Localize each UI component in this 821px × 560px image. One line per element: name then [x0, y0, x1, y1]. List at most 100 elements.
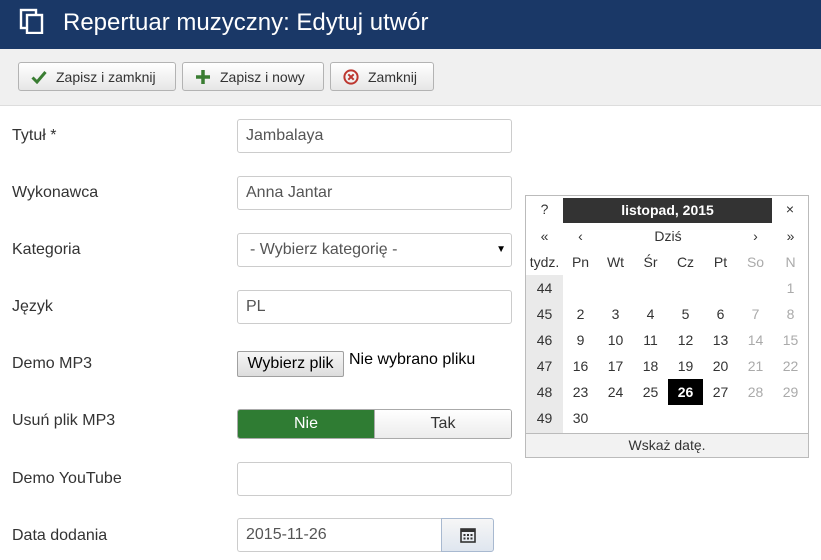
calendar-day[interactable]: 8 — [773, 301, 808, 327]
calendar-month-title[interactable]: listopad, 2015 — [563, 198, 772, 223]
calendar-empty-cell — [598, 275, 633, 301]
copy-icon — [19, 8, 44, 34]
calendar-day[interactable]: 15 — [773, 327, 808, 353]
week-number: 47 — [536, 358, 553, 374]
category-label: Kategoria — [12, 241, 81, 258]
week-number: 48 — [536, 384, 553, 400]
delete-mp3-toggle: Nie Tak — [237, 409, 512, 439]
calendar-day[interactable]: 6 — [703, 301, 738, 327]
calendar-day[interactable]: 9 — [563, 327, 598, 353]
weekday-header-row: tydz. Pn Wt Śr Cz Pt So N — [526, 249, 808, 275]
weekday-header: Cz — [676, 254, 695, 270]
prev-year-button[interactable]: « — [526, 223, 563, 249]
calendar-day[interactable]: 17 — [598, 353, 633, 379]
calendar-empty-cell — [668, 275, 703, 301]
calendar-day[interactable]: 20 — [703, 353, 738, 379]
save-and-close-button[interactable]: Zapisz i zamknij — [18, 62, 176, 91]
weekday-header: Śr — [643, 254, 658, 270]
calendar-day[interactable]: 18 — [633, 353, 668, 379]
next-year-button[interactable]: » — [773, 223, 808, 249]
week-number-header: tydz. — [529, 254, 560, 270]
calendar-day[interactable]: 13 — [703, 327, 738, 353]
calendar-day[interactable]: 12 — [668, 327, 703, 353]
calendar-day[interactable]: 5 — [668, 301, 703, 327]
plus-icon — [196, 69, 210, 84]
artist-input[interactable]: Anna Jantar — [237, 176, 512, 210]
choose-file-button[interactable]: Wybierz plik — [237, 351, 344, 377]
page-header: Repertuar muzyczny: Edytuj utwór — [0, 0, 821, 49]
calendar-empty-cell — [738, 275, 773, 301]
calendar-empty-cell — [633, 275, 668, 301]
calendar-day[interactable]: 16 — [563, 353, 598, 379]
week-number: 44 — [536, 280, 553, 296]
calendar-day[interactable]: 7 — [738, 301, 773, 327]
demo-mp3-label: Demo MP3 — [12, 355, 93, 372]
calendar-status: Wskaż datę. — [526, 433, 808, 457]
prev-month-button[interactable]: ‹ — [563, 223, 598, 249]
delete-mp3-label: Usuń plik MP3 — [12, 412, 116, 429]
calendar-day[interactable]: 24 — [598, 379, 633, 405]
close-button[interactable]: Zamknij — [330, 62, 434, 91]
calendar-empty-cell — [703, 275, 738, 301]
calendar-day[interactable]: 11 — [633, 327, 668, 353]
language-label: Język — [12, 298, 53, 315]
week-number: 45 — [536, 306, 553, 322]
calendar-day[interactable]: 1 — [773, 275, 808, 301]
date-added-input[interactable]: 2015-11-26 — [237, 518, 442, 552]
weekday-header: N — [785, 254, 796, 270]
calendar-day[interactable]: 28 — [738, 379, 773, 405]
calendar-popup: ? listopad, 2015 × « ‹ Dziś › » tydz. Pn W… — [525, 195, 809, 458]
save-and-new-label: Zapisz i nowy — [220, 68, 305, 85]
calendar-empty-cell — [563, 275, 598, 301]
page-title: Repertuar muzyczny: Edytuj utwór — [63, 9, 429, 36]
calendar-icon — [459, 528, 476, 543]
calendar-day[interactable]: 10 — [598, 327, 633, 353]
calendar-selected-day[interactable]: 26 — [668, 379, 703, 405]
calendar-day[interactable]: 30 — [563, 405, 598, 431]
weekday-header: Wt — [606, 254, 625, 270]
save-and-close-label: Zapisz i zamknij — [56, 68, 156, 85]
calendar-close-button[interactable]: × — [772, 196, 808, 223]
weekday-header: Pt — [713, 254, 728, 270]
category-select[interactable]: - Wybierz kategorię - ▼ — [237, 233, 512, 267]
calendar-empty-cell — [598, 405, 633, 431]
calendar-day[interactable]: 3 — [598, 301, 633, 327]
calendar-day[interactable]: 27 — [703, 379, 738, 405]
calendar-header: ? listopad, 2015 × — [526, 196, 808, 223]
week-number: 49 — [536, 410, 553, 426]
calendar-day[interactable]: 19 — [668, 353, 703, 379]
calendar-day[interactable]: 14 — [738, 327, 773, 353]
toggle-no-option[interactable]: Nie — [238, 410, 374, 438]
calendar-day[interactable]: 21 — [738, 353, 773, 379]
calendar-button[interactable] — [441, 518, 494, 552]
calendar-day[interactable]: 2 — [563, 301, 598, 327]
today-button[interactable]: Dziś — [598, 223, 738, 249]
toggle-yes-option[interactable]: Tak — [374, 410, 511, 438]
calendar-help-button[interactable]: ? — [526, 196, 563, 223]
next-month-button[interactable]: › — [738, 223, 773, 249]
title-label: Tytuł * — [12, 127, 57, 144]
toolbar: Zapisz i zamknij Zapisz i nowy Zamknij — [0, 49, 821, 106]
demo-youtube-input[interactable] — [237, 462, 512, 496]
calendar-empty-cell — [668, 405, 703, 431]
calendar-day[interactable]: 4 — [633, 301, 668, 327]
close-circle-icon — [343, 68, 359, 85]
calendar-day[interactable]: 25 — [633, 379, 668, 405]
close-label: Zamknij — [368, 68, 418, 85]
calendar-empty-cell — [773, 405, 808, 431]
calendar-day[interactable]: 22 — [773, 353, 808, 379]
language-input[interactable]: PL — [237, 290, 512, 324]
demo-youtube-label: Demo YouTube — [12, 470, 122, 487]
calendar-day[interactable]: 29 — [773, 379, 808, 405]
dropdown-arrow-icon: ▼ — [496, 244, 506, 255]
calendar-empty-cell — [703, 405, 738, 431]
check-icon — [31, 70, 47, 84]
calendar-nav: « ‹ Dziś › » — [526, 223, 808, 249]
save-and-new-button[interactable]: Zapisz i nowy — [182, 62, 324, 91]
title-input[interactable]: Jambalaya — [237, 119, 512, 153]
artist-label: Wykonawca — [12, 184, 99, 201]
file-status-text: Nie wybrano pliku — [349, 351, 476, 368]
calendar-day[interactable]: 23 — [563, 379, 598, 405]
category-selected-value: - Wybierz kategorię - — [250, 241, 398, 258]
weekday-header: Pn — [571, 254, 590, 270]
